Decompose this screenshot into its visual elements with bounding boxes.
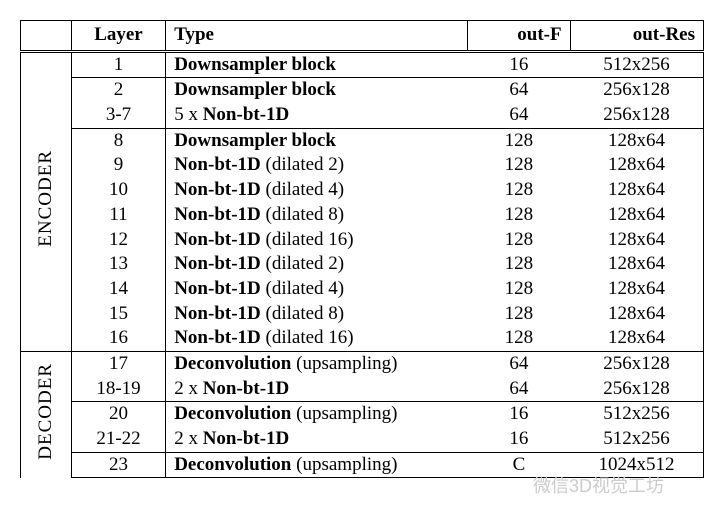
cell-outres: 256x128 xyxy=(570,351,703,376)
header-type: Type xyxy=(166,21,468,52)
table-row: 12 Non-bt-1D (dilated 16) 128 128x64 xyxy=(21,228,704,253)
cell-outf: 128 xyxy=(468,252,570,277)
table-row: 3-7 5 x Non-bt-1D 64 256x128 xyxy=(21,103,704,128)
cell-layer: 21-22 xyxy=(71,427,165,452)
cell-outf: 64 xyxy=(468,351,570,376)
table-row: 18-19 2 x Non-bt-1D 64 256x128 xyxy=(21,377,704,402)
table-row: 11 Non-bt-1D (dilated 8) 128 128x64 xyxy=(21,203,704,228)
cell-outres: 128x64 xyxy=(570,153,703,178)
cell-layer: 17 xyxy=(71,351,165,376)
cell-outres: 128x64 xyxy=(570,302,703,327)
cell-layer: 2 xyxy=(71,78,165,103)
cell-outres: 512x256 xyxy=(570,51,703,78)
cell-layer: 14 xyxy=(71,277,165,302)
cell-outf: 128 xyxy=(468,153,570,178)
cell-layer: 23 xyxy=(71,452,165,478)
table-row: 14 Non-bt-1D (dilated 4) 128 128x64 xyxy=(21,277,704,302)
table-row: 2 Downsampler block 64 256x128 xyxy=(21,78,704,103)
cell-type: Non-bt-1D (dilated 16) xyxy=(166,228,468,253)
table-row: 13 Non-bt-1D (dilated 2) 128 128x64 xyxy=(21,252,704,277)
cell-type: Non-bt-1D (dilated 4) xyxy=(166,277,468,302)
cell-layer: 11 xyxy=(71,203,165,228)
cell-outres: 128x64 xyxy=(570,277,703,302)
cell-type: Deconvolution (upsampling) xyxy=(166,351,468,376)
cell-outres: 128x64 xyxy=(570,178,703,203)
cell-outf: 16 xyxy=(468,51,570,78)
cell-type: 5 x Non-bt-1D xyxy=(166,103,468,128)
cell-outf: 128 xyxy=(468,228,570,253)
cell-type: Downsampler block xyxy=(166,78,468,103)
table-row: 21-22 2 x Non-bt-1D 16 512x256 xyxy=(21,427,704,452)
cell-type: Non-bt-1D (dilated 8) xyxy=(166,302,468,327)
cell-layer: 1 xyxy=(71,51,165,78)
cell-type: Non-bt-1D (dilated 2) xyxy=(166,153,468,178)
cell-outf: 64 xyxy=(468,103,570,128)
cell-outf: 128 xyxy=(468,326,570,351)
cell-layer: 10 xyxy=(71,178,165,203)
cell-layer: 13 xyxy=(71,252,165,277)
cell-layer: 12 xyxy=(71,228,165,253)
cell-outres: 128x64 xyxy=(570,326,703,351)
cell-layer: 8 xyxy=(71,128,165,153)
cell-layer: 16 xyxy=(71,326,165,351)
cell-layer: 20 xyxy=(71,402,165,427)
cell-type: Non-bt-1D (dilated 2) xyxy=(166,252,468,277)
table-row: 23 Deconvolution (upsampling) C 1024x512 xyxy=(21,452,704,478)
cell-outres: 128x64 xyxy=(570,252,703,277)
cell-type: Deconvolution (upsampling) xyxy=(166,402,468,427)
cell-type: Non-bt-1D (dilated 8) xyxy=(166,203,468,228)
cell-outf: 128 xyxy=(468,302,570,327)
cell-outf: 16 xyxy=(468,402,570,427)
cell-outres: 256x128 xyxy=(570,78,703,103)
encoder-label: ENCODER xyxy=(21,51,72,351)
cell-outres: 1024x512 xyxy=(570,452,703,478)
cell-type: Non-bt-1D (dilated 16) xyxy=(166,326,468,351)
header-outf: out-F xyxy=(468,21,570,52)
table-row: DECODER 17 Deconvolution (upsampling) 64… xyxy=(21,351,704,376)
architecture-table: Layer Type out-F out-Res ENCODER 1 Downs… xyxy=(20,20,704,478)
cell-layer: 9 xyxy=(71,153,165,178)
table-row: 8 Downsampler block 128 128x64 xyxy=(21,128,704,153)
cell-outf: 64 xyxy=(468,78,570,103)
cell-layer: 15 xyxy=(71,302,165,327)
cell-type: 2 x Non-bt-1D xyxy=(166,427,468,452)
cell-outf: 128 xyxy=(468,128,570,153)
header-layer: Layer xyxy=(71,21,165,52)
cell-type: Downsampler block xyxy=(166,128,468,153)
cell-outf: 16 xyxy=(468,427,570,452)
cell-type: Non-bt-1D (dilated 4) xyxy=(166,178,468,203)
cell-outres: 128x64 xyxy=(570,228,703,253)
cell-outf: C xyxy=(468,452,570,478)
cell-outf: 128 xyxy=(468,277,570,302)
cell-outres: 512x256 xyxy=(570,402,703,427)
cell-layer: 3-7 xyxy=(71,103,165,128)
cell-layer: 18-19 xyxy=(71,377,165,402)
header-blank xyxy=(21,21,72,52)
cell-outres: 256x128 xyxy=(570,377,703,402)
cell-type: 2 x Non-bt-1D xyxy=(166,377,468,402)
decoder-label: DECODER xyxy=(21,351,72,477)
table-row: 20 Deconvolution (upsampling) 16 512x256 xyxy=(21,402,704,427)
cell-outf: 128 xyxy=(468,178,570,203)
cell-type: Deconvolution (upsampling) xyxy=(166,452,468,478)
table-row: 10 Non-bt-1D (dilated 4) 128 128x64 xyxy=(21,178,704,203)
cell-outres: 512x256 xyxy=(570,427,703,452)
cell-outres: 128x64 xyxy=(570,128,703,153)
cell-outf: 128 xyxy=(468,203,570,228)
table-row: ENCODER 1 Downsampler block 16 512x256 xyxy=(21,51,704,78)
table-header: Layer Type out-F out-Res xyxy=(21,21,704,52)
cell-outf: 64 xyxy=(468,377,570,402)
table-row: 16 Non-bt-1D (dilated 16) 128 128x64 xyxy=(21,326,704,351)
cell-outres: 256x128 xyxy=(570,103,703,128)
cell-outres: 128x64 xyxy=(570,203,703,228)
table-row: 15 Non-bt-1D (dilated 8) 128 128x64 xyxy=(21,302,704,327)
cell-type: Downsampler block xyxy=(166,51,468,78)
table-row: 9 Non-bt-1D (dilated 2) 128 128x64 xyxy=(21,153,704,178)
header-outres: out-Res xyxy=(570,21,703,52)
